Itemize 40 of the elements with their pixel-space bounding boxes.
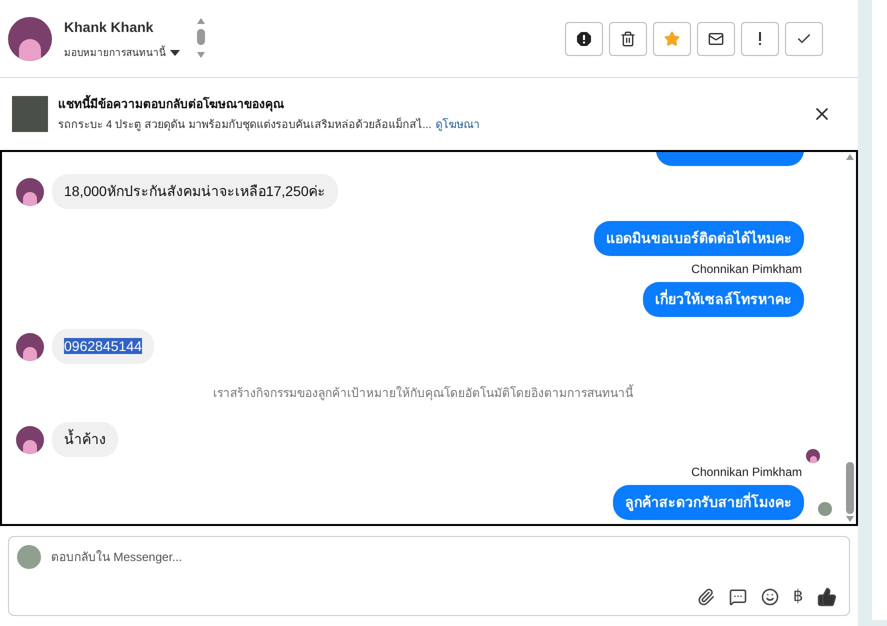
spam-button[interactable] <box>565 22 603 56</box>
ad-title: แชทนี้มีข้อความตอบกลับต่อโฆษณาของคุณ <box>58 94 285 113</box>
scroll-up-icon[interactable] <box>846 154 854 160</box>
avatar-icon <box>16 178 44 206</box>
payment-button[interactable]: ฿ <box>793 589 803 605</box>
reply-input-field[interactable]: ตอบกลับใน Messenger... <box>51 548 841 566</box>
like-button[interactable] <box>817 587 837 607</box>
saved-replies-button[interactable] <box>729 588 747 606</box>
assign-dropdown[interactable]: มอบหมายการสนทนานี้ <box>64 46 180 60</box>
avatar-icon <box>16 426 44 454</box>
seen-avatar-icon <box>806 449 820 463</box>
user-avatar-icon <box>17 545 41 569</box>
message-text: น้ำค้าง <box>64 431 106 447</box>
message-text: 0962845144 <box>64 338 142 354</box>
sender-name: Chonnikan Pimkham <box>691 261 802 278</box>
scroll-thumb[interactable] <box>846 462 854 514</box>
attach-button[interactable] <box>697 588 715 606</box>
contact-name: Khank Khank <box>64 18 154 36</box>
delete-icon <box>620 30 636 46</box>
view-ad-link[interactable]: ดูโฆษณา <box>436 116 480 134</box>
alert-icon <box>576 30 592 46</box>
system-notice: เราสร้างกิจกรรมของลูกค้าเป้าหมายให้กับคุณโดยอัตโนมัติโดยอิงตามการสนทนานี้ <box>213 384 633 402</box>
avatar-icon <box>16 332 44 360</box>
exclamation-icon <box>758 30 762 46</box>
caret-icon <box>170 50 180 56</box>
sender-name: Chonnikan Pimkham <box>691 464 802 481</box>
emoji-button[interactable] <box>761 588 779 606</box>
delete-button[interactable] <box>609 22 647 56</box>
scroll-down-icon[interactable] <box>846 516 854 522</box>
star-button[interactable] <box>653 22 691 56</box>
unread-button[interactable] <box>697 22 735 56</box>
ad-photo-placeholder <box>12 96 48 132</box>
envelope-icon <box>708 30 724 46</box>
message-bubble: ลูกค้าสะดวกรับสายกี่โมงคะ <box>613 485 804 520</box>
profile-avatar-icon <box>8 16 52 60</box>
ad-description: รถกระบะ 4 ประตู สวยดุดัน มาพร้อมกับชุดแต่งรอบคันเสริมหล่อด้วยล้อแม็กสไ... <box>58 116 432 133</box>
star-icon <box>664 30 680 46</box>
message-bubble: เกี่ยวให้เซลล์โทรหาคะ <box>643 282 804 317</box>
message-text: 18,000หักประกันสังคมน่าจะเหลือ17,250ค่ะ <box>64 183 326 199</box>
message-bubble: แอดมินขอเบอร์ติดต่อได้ไหมคะ <box>594 221 804 256</box>
